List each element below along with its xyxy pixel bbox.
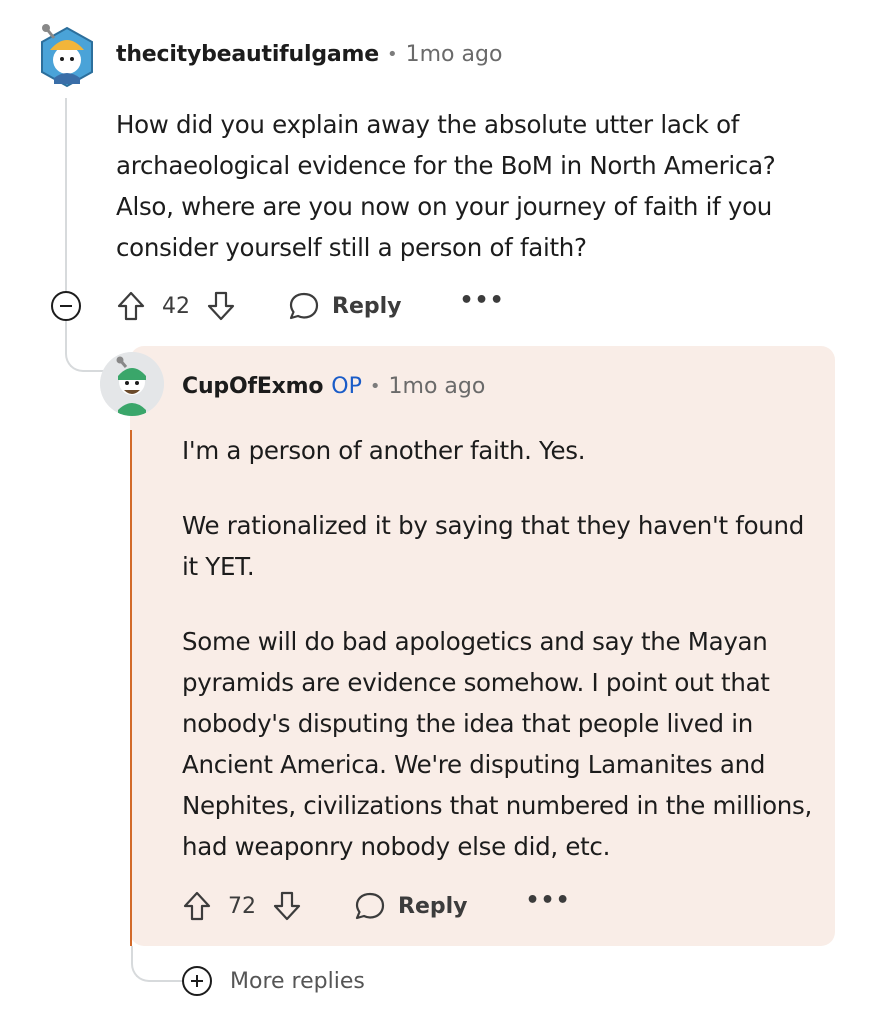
reply-comment-meta: CupOfExmo OP • 1mo ago (182, 374, 485, 399)
minus-circle-icon (60, 305, 72, 307)
reply-button[interactable]: Reply (288, 291, 402, 321)
reply-label: Reply (398, 893, 468, 919)
upvote-button[interactable] (180, 889, 214, 923)
arrow-down-icon (273, 891, 301, 921)
username[interactable]: CupOfExmo (182, 374, 323, 399)
thread-connector-reply (65, 321, 105, 372)
avatar[interactable] (36, 22, 98, 90)
reply-label: Reply (332, 293, 402, 319)
more-replies-button[interactable]: More replies (182, 966, 365, 996)
comment-paragraph: I'm a person of another faith. Yes. (182, 436, 586, 465)
more-replies-label: More replies (230, 968, 365, 994)
parent-comment-body: How did you explain away the absolute ut… (116, 104, 836, 268)
op-comment-accent-bar (130, 430, 132, 946)
score: 42 (162, 293, 190, 319)
speech-bubble-icon (289, 292, 319, 320)
user-avatar-icon (41, 24, 93, 88)
timestamp[interactable]: 1mo ago (406, 42, 503, 67)
downvote-button[interactable] (204, 289, 238, 323)
separator-dot: • (387, 44, 398, 65)
parent-action-bar: 42 Reply ••• (114, 284, 505, 328)
arrow-up-icon (183, 891, 211, 921)
separator-dot: • (369, 376, 381, 397)
plus-circle-icon (182, 966, 212, 996)
speech-bubble-icon (355, 892, 385, 920)
more-options-button[interactable]: ••• (526, 890, 571, 916)
parent-comment-meta: thecitybeautifulgame • 1mo ago (116, 42, 502, 67)
score: 72 (228, 893, 256, 919)
avatar[interactable] (100, 352, 164, 416)
timestamp[interactable]: 1mo ago (389, 374, 486, 399)
op-badge: OP (331, 374, 362, 399)
more-options-button[interactable]: ••• (460, 290, 505, 316)
arrow-up-icon (117, 291, 145, 321)
username[interactable]: thecitybeautifulgame (116, 42, 379, 67)
arrow-down-icon (207, 291, 235, 321)
thread-connector-more-replies (131, 946, 185, 982)
downvote-button[interactable] (270, 889, 304, 923)
comment-paragraph: Some will do bad apologetics and say the… (182, 627, 812, 861)
user-avatar-icon (100, 352, 164, 416)
comment-paragraph: We rationalized it by saying that they h… (182, 511, 804, 581)
reply-comment-body: I'm a person of another faith. Yes. We r… (182, 430, 822, 867)
collapse-thread-button[interactable] (51, 291, 81, 321)
reply-button[interactable]: Reply (354, 891, 468, 921)
thread-line-parent (65, 98, 67, 291)
upvote-button[interactable] (114, 289, 148, 323)
comment-paragraph: How did you explain away the absolute ut… (116, 110, 776, 262)
reply-action-bar: 72 Reply ••• (180, 884, 571, 928)
